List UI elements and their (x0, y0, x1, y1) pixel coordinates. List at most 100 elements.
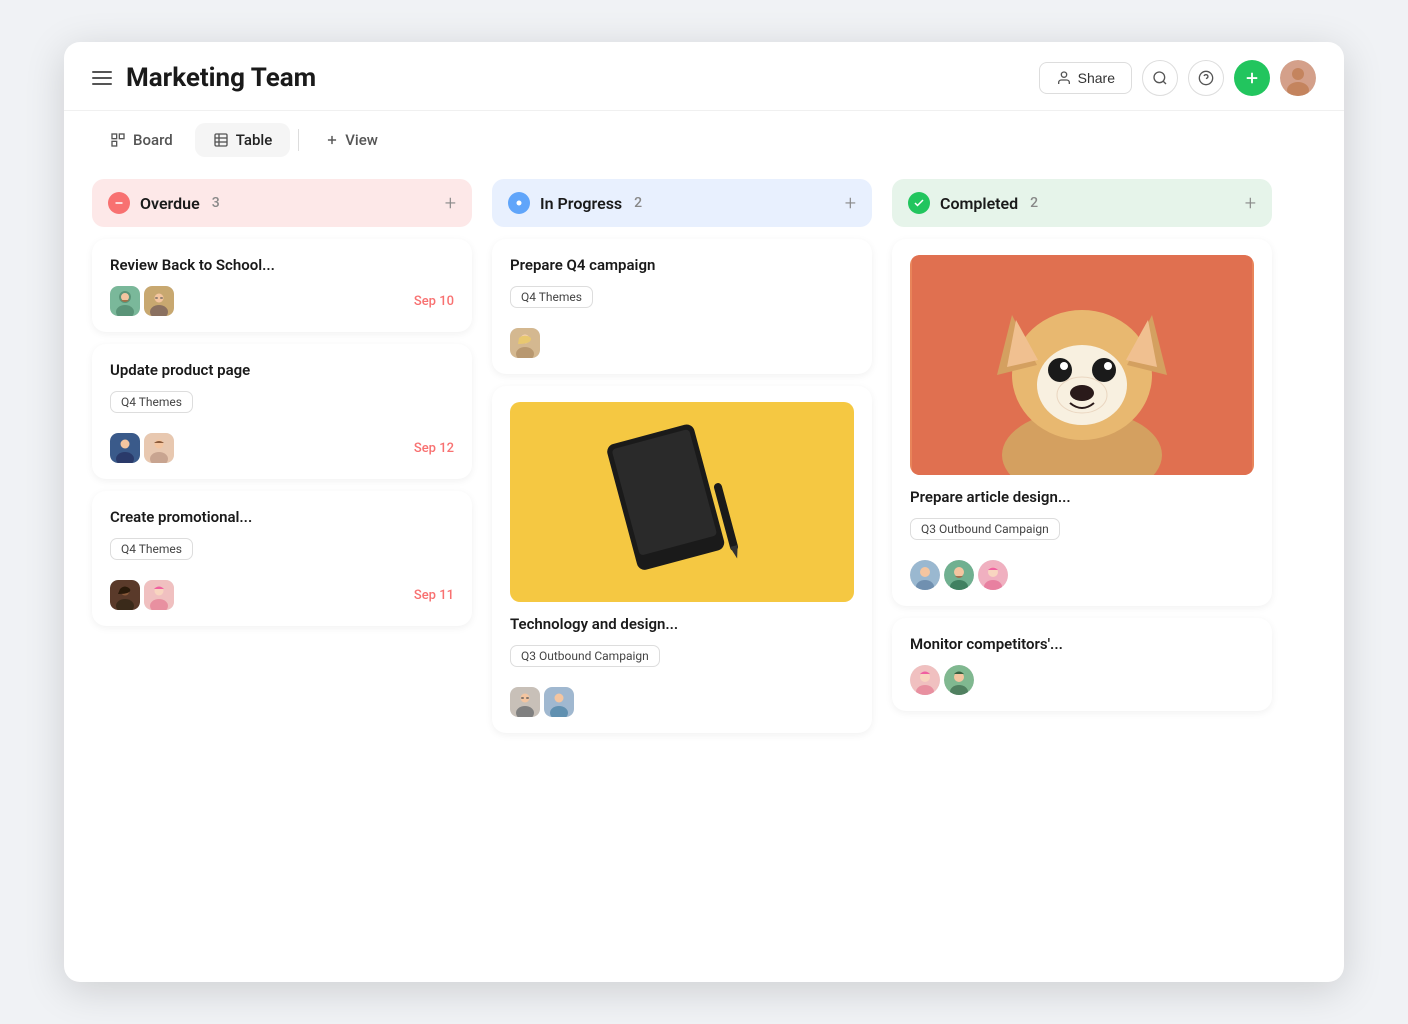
person-beard-icon (110, 286, 140, 316)
avatar-4 (144, 433, 174, 463)
tab-table[interactable]: Table (195, 123, 291, 157)
person-suit-icon (110, 433, 140, 463)
column-in-progress: In Progress 2 + Prepare Q4 campaign Q4 T… (492, 179, 872, 954)
card-technology-design[interactable]: Technology and design... Q3 Outbound Cam… (492, 386, 872, 733)
app-window: Marketing Team Share (64, 42, 1344, 982)
plus-icon (325, 133, 339, 147)
card-footer (910, 560, 1254, 590)
card-date: Sep 10 (414, 294, 454, 309)
check-icon (913, 197, 925, 209)
card-avatars (510, 328, 540, 358)
in-progress-add-button[interactable]: + (845, 191, 856, 215)
header: Marketing Team Share (64, 42, 1344, 111)
card-monitor-competitors[interactable]: Monitor competitors'... (892, 618, 1272, 711)
avatar-1 (110, 286, 140, 316)
avatar-13 (910, 665, 940, 695)
person-pink-woman-icon (978, 560, 1008, 590)
person-man2-icon (544, 687, 574, 717)
card-footer (510, 687, 854, 717)
avatar-5 (110, 580, 140, 610)
person-woman2-icon (944, 665, 974, 695)
page-title: Marketing Team (126, 63, 316, 93)
card-image-corgi (910, 255, 1254, 475)
avatar-10 (910, 560, 940, 590)
avatar-8 (510, 687, 540, 717)
card-date: Sep 12 (414, 441, 454, 456)
avatar-7 (510, 328, 540, 358)
menu-icon[interactable] (92, 71, 112, 85)
card-prepare-article-design[interactable]: Prepare article design... Q3 Outbound Ca… (892, 239, 1272, 606)
plus-icon (1243, 69, 1261, 87)
card-date: Sep 11 (414, 588, 454, 603)
card-create-promotional[interactable]: Create promotional... Q4 Themes (92, 491, 472, 626)
overdue-count: 3 (212, 195, 220, 211)
avatar-9 (544, 687, 574, 717)
card-title: Create promotional... (110, 507, 454, 528)
share-icon (1056, 70, 1072, 86)
help-button[interactable] (1188, 60, 1224, 96)
column-header-in-progress: In Progress 2 + (492, 179, 872, 227)
tab-divider (298, 129, 299, 151)
avatar-6 (144, 580, 174, 610)
table-icon (213, 132, 229, 148)
column-header-completed: Completed 2 + (892, 179, 1272, 227)
tab-add-view[interactable]: View (307, 123, 396, 157)
card-tag: Q4 Themes (110, 391, 193, 413)
completed-title: Completed (940, 194, 1018, 213)
search-button[interactable] (1142, 60, 1178, 96)
header-right: Share (1039, 60, 1316, 96)
help-icon (1198, 70, 1214, 86)
card-footer: Sep 11 (110, 580, 454, 610)
card-tag: Q4 Themes (510, 286, 593, 308)
board: Overdue 3 + Review Back to School... (64, 169, 1344, 982)
person-pink-hair2-icon (910, 665, 940, 695)
user-avatar-icon (1280, 60, 1316, 96)
card-update-product-page[interactable]: Update product page Q4 Themes (92, 344, 472, 479)
person-glasses-man2-icon (510, 687, 540, 717)
add-button[interactable] (1234, 60, 1270, 96)
share-button[interactable]: Share (1039, 62, 1132, 94)
completed-status-icon (908, 192, 930, 214)
avatar-14 (944, 665, 974, 695)
circle-dot-icon (513, 197, 525, 209)
person-blonde-woman-icon (510, 328, 540, 358)
column-header-overdue: Overdue 3 + (92, 179, 472, 227)
person-dark-woman-icon (110, 580, 140, 610)
card-review-back-to-school[interactable]: Review Back to School... (92, 239, 472, 332)
avatar-11 (944, 560, 974, 590)
board-icon (110, 132, 126, 148)
card-footer: Sep 12 (110, 433, 454, 463)
tabs-bar: Board Table View (64, 111, 1344, 169)
avatar-3 (110, 433, 140, 463)
card-title: Review Back to School... (110, 255, 454, 276)
card-avatars (510, 687, 574, 717)
overdue-title: Overdue (140, 194, 200, 213)
card-title: Update product page (110, 360, 454, 381)
in-progress-title: In Progress (540, 194, 622, 213)
card-avatars (110, 580, 174, 610)
card-title: Prepare article design... (910, 487, 1254, 508)
card-footer: Sep 10 (110, 286, 454, 316)
card-avatars (110, 286, 174, 316)
person-man3-icon (910, 560, 940, 590)
overdue-add-button[interactable]: + (445, 191, 456, 215)
tab-board[interactable]: Board (92, 123, 191, 157)
card-prepare-q4-campaign[interactable]: Prepare Q4 campaign Q4 Themes (492, 239, 872, 374)
card-footer (910, 665, 1254, 695)
card-footer (510, 328, 854, 358)
completed-add-button[interactable]: + (1245, 191, 1256, 215)
in-progress-count: 2 (634, 195, 642, 211)
card-avatars (110, 433, 174, 463)
search-icon (1152, 70, 1168, 86)
person-pink-hair-icon (144, 580, 174, 610)
card-title: Technology and design... (510, 614, 854, 635)
card-tag: Q3 Outbound Campaign (510, 645, 660, 667)
column-overdue: Overdue 3 + Review Back to School... (92, 179, 472, 954)
card-title: Monitor competitors'... (910, 634, 1254, 655)
person-glasses-icon (144, 286, 174, 316)
person-beard-man2-icon (944, 560, 974, 590)
overdue-status-icon (108, 192, 130, 214)
minus-icon (113, 197, 125, 209)
user-avatar[interactable] (1280, 60, 1316, 96)
in-progress-status-icon (508, 192, 530, 214)
